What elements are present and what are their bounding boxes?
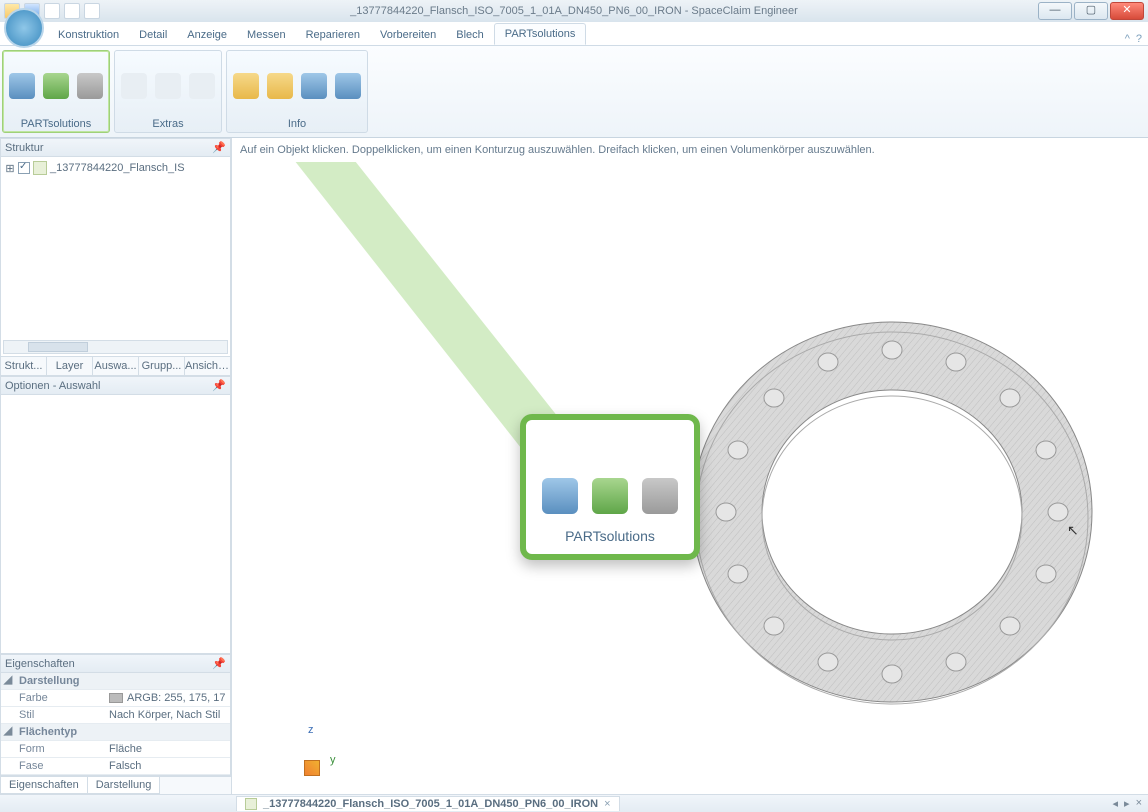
pin-icon[interactable]: 📌 (212, 657, 226, 670)
group-info: Info (226, 50, 368, 133)
callout-gear-icon (642, 478, 678, 514)
btab-darstellung[interactable]: Darstellung (87, 777, 161, 794)
ribbon-body: PARTsolutions Extras Info (0, 46, 1148, 138)
document-tab-label: _13777844220_Flansch_ISO_7005_1_01A_DN45… (263, 798, 598, 810)
application-button[interactable] (4, 8, 44, 48)
subtab-ansichten[interactable]: Ansicht... (185, 357, 230, 375)
btab-eigenschaften[interactable]: Eigenschaften (0, 777, 88, 794)
panel-title-structure: Struktur📌 (0, 138, 231, 157)
subtab-struktur[interactable]: Strukt... (1, 357, 47, 375)
window-title: _13777844220_Flansch_ISO_7005_1_01A_DN45… (350, 5, 798, 17)
settings-gear-icon[interactable] (77, 73, 103, 99)
collapse-ribbon-icon[interactable]: ^ (1125, 33, 1130, 45)
info-user-icon[interactable] (267, 73, 293, 99)
document-icon (245, 798, 257, 810)
tab-konstruktion[interactable]: Konstruktion (48, 25, 129, 45)
subtab-layer[interactable]: Layer (47, 357, 93, 375)
tab-reparieren[interactable]: Reparieren (296, 25, 370, 45)
tab-messen[interactable]: Messen (237, 25, 296, 45)
left-panel: Struktur📌 ⊞ _13777844220_Flansch_IS Stru… (0, 138, 232, 794)
callout-catalog-icon (592, 478, 628, 514)
psk-icon[interactable] (121, 73, 147, 99)
document-tab[interactable]: _13777844220_Flansch_ISO_7005_1_01A_DN45… (236, 796, 620, 811)
document-tab-bar: _13777844220_Flansch_ISO_7005_1_01A_DN45… (0, 794, 1148, 812)
expand-icon[interactable]: ⊞ (5, 162, 15, 175)
tab-next-icon[interactable]: ▸ (1124, 797, 1130, 810)
catalog-icon[interactable] (43, 73, 69, 99)
viewport[interactable]: Auf ein Objekt klicken. Doppelklicken, u… (232, 138, 1148, 794)
properties-grid: ◢Darstellung FarbeARGB: 255, 175, 17 Sti… (0, 673, 231, 776)
group-label: Extras (152, 118, 183, 130)
maximize-button[interactable]: ▢ (1074, 2, 1108, 20)
tab-blech[interactable]: Blech (446, 25, 494, 45)
tab-partsolutions[interactable]: PARTsolutions (494, 23, 587, 45)
group-label: PARTsolutions (21, 118, 92, 130)
redo-button[interactable] (84, 3, 100, 19)
color-swatch[interactable] (109, 693, 123, 703)
horizontal-scrollbar[interactable] (3, 340, 228, 354)
pin-icon[interactable]: 📌 (212, 379, 226, 392)
tab-close-icon[interactable]: × (1136, 797, 1142, 810)
group-extras: Extras (114, 50, 222, 133)
structure-subtabs: Strukt... Layer Auswa... Grupp... Ansich… (0, 357, 231, 376)
part-icon (33, 161, 47, 175)
flange-model[interactable] (652, 272, 1132, 752)
insert-part-icon[interactable] (9, 73, 35, 99)
cursor-icon: ↖ (1067, 522, 1079, 539)
tab-anzeige[interactable]: Anzeige (177, 25, 237, 45)
subtab-gruppen[interactable]: Grupp... (139, 357, 185, 375)
tab-vorbereiten[interactable]: Vorbereiten (370, 25, 446, 45)
partsolutions-callout: PARTsolutions (520, 414, 700, 560)
group-label: Info (288, 118, 306, 130)
options-body (0, 395, 231, 654)
subtab-auswahl[interactable]: Auswa... (93, 357, 139, 375)
selection-hint: Auf ein Objekt klicken. Doppelklicken, u… (232, 138, 1148, 162)
tab-prev-icon[interactable]: ◂ (1113, 797, 1119, 810)
structure-tree[interactable]: ⊞ _13777844220_Flansch_IS (0, 157, 231, 357)
undo-button[interactable] (64, 3, 80, 19)
close-tab-icon[interactable]: × (604, 798, 610, 810)
info-about-icon[interactable] (335, 73, 361, 99)
panel-title-options: Optionen - Auswahl📌 (0, 376, 231, 395)
visibility-checkbox[interactable] (18, 162, 30, 174)
bottom-tabs: Eigenschaften Darstellung (0, 776, 231, 794)
tree-root-item[interactable]: ⊞ _13777844220_Flansch_IS (5, 161, 226, 175)
triad-cube-icon[interactable] (304, 760, 320, 776)
minimize-button[interactable]: — (1038, 2, 1072, 20)
extras-icon-2[interactable] (155, 73, 181, 99)
qat-dropdown[interactable] (44, 3, 60, 19)
info-tool-icon[interactable] (233, 73, 259, 99)
callout-insert-icon (542, 478, 578, 514)
ribbon-tab-strip: Konstruktion Detail Anzeige Messen Repar… (0, 22, 1148, 46)
tree-item-label: _13777844220_Flansch_IS (50, 162, 185, 174)
title-bar: _13777844220_Flansch_ISO_7005_1_01A_DN45… (0, 0, 1148, 22)
tab-detail[interactable]: Detail (129, 25, 177, 45)
group-partsolutions: PARTsolutions (2, 50, 110, 133)
close-button[interactable]: ✕ (1110, 2, 1144, 20)
pin-icon[interactable]: 📌 (212, 141, 226, 154)
extras-icon-3[interactable] (189, 73, 215, 99)
info-help-icon[interactable] (301, 73, 327, 99)
callout-label: PARTsolutions (565, 528, 655, 544)
panel-title-properties: Eigenschaften📌 (0, 654, 231, 673)
help-icon[interactable]: ? (1136, 33, 1142, 45)
